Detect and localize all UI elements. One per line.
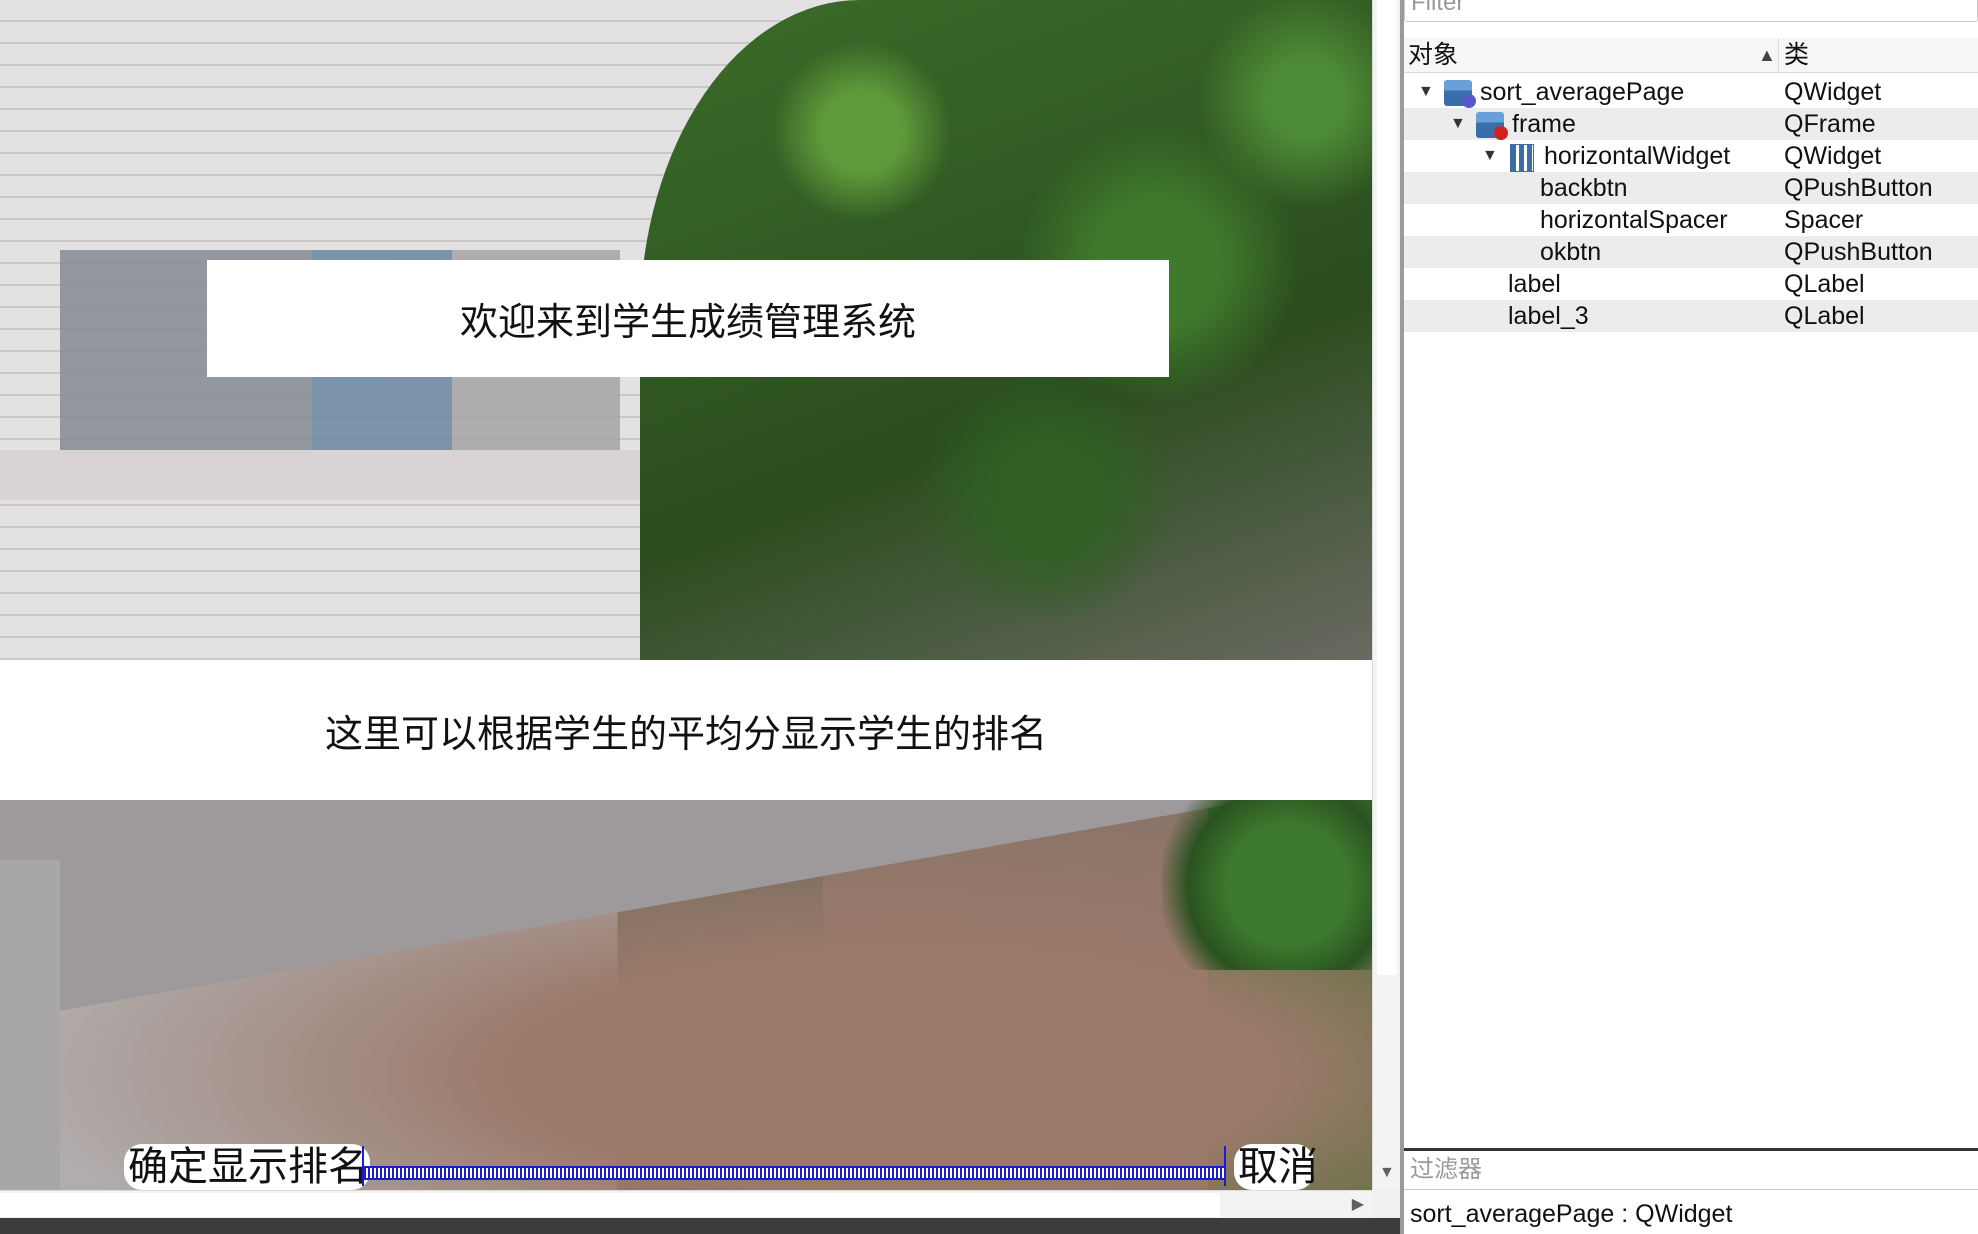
row-object-name: label [1508,270,1561,298]
row-object-name: backbtn [1540,174,1628,202]
photo-foliage [1162,800,1372,970]
triangle-down-icon[interactable]: ▼ [1418,76,1434,108]
tree-row-horizontalwidget[interactable]: ▼ horizontalWidget QWidget [1404,140,1978,172]
header-object-label: 对象 [1408,41,1459,69]
row-class-name: QLabel [1784,270,1865,298]
selection-status: sort_averagePage : QWidget [1404,1194,1978,1234]
background-photo-bottom [0,800,1372,1190]
row-object-name: okbtn [1540,238,1602,266]
tree-row-label-3[interactable]: label_3 QLabel [1404,300,1978,332]
welcome-label[interactable]: 欢迎来到学生成绩管理系统 [207,260,1169,377]
row-object-name: sort_averagePage [1480,78,1685,106]
tree-row-backbtn[interactable]: backbtn QPushButton [1404,172,1978,204]
vertical-scroll-thumb[interactable] [1377,0,1397,975]
row-object-name: label_3 [1508,302,1589,330]
triangle-down-icon[interactable]: ▼ [1450,108,1466,140]
spacer-right-edge [1224,1146,1226,1186]
row-class-name: QPushButton [1784,238,1933,266]
tree-row-frame[interactable]: ▼ frame QFrame [1404,108,1978,140]
row-class-name: Spacer [1784,206,1864,234]
horizontal-widget[interactable]: 确定显示排名 取消 [120,1140,1318,1190]
bottom-strip [0,1218,1400,1234]
canvas-vertical-scrollbar[interactable]: ▼ [1372,0,1401,1190]
scroll-corner [1372,1190,1400,1218]
widget-icon [1444,80,1476,108]
tree-header: 对象 ▲ 类 [1404,38,1978,73]
row-class-name: QWidget [1784,78,1882,106]
tree-row-sort-averagepage[interactable]: ▼ sort_averagePage QWidget [1404,76,1978,108]
arrow-right-icon[interactable]: ▶ [1352,1194,1364,1214]
ok-button[interactable]: 确定显示排名 [124,1144,370,1190]
tree-row-okbtn[interactable]: okbtn QPushButton [1404,236,1978,268]
row-class-name: QWidget [1784,142,1882,170]
frame-icon [1476,112,1508,140]
object-inspector: Filter 对象 ▲ 类 ▼ sort_averagePage QWidget… [1404,0,1978,1234]
triangle-up-icon: ▲ [1758,45,1776,65]
filter-input[interactable]: Filter [1404,0,1978,22]
row-object-name: frame [1512,110,1576,138]
header-class[interactable]: 类 [1784,38,1809,72]
row-object-name: horizontalSpacer [1540,206,1728,234]
row-class-name: QPushButton [1784,174,1933,202]
horizontal-scroll-thumb[interactable] [0,1193,1220,1217]
canvas-horizontal-scrollbar[interactable]: ▶ [0,1190,1372,1219]
row-class-name: QLabel [1784,302,1865,330]
row-class-name: QFrame [1784,110,1876,138]
arrow-down-icon[interactable]: ▼ [1379,1164,1395,1182]
photo-wall [0,860,60,1190]
back-button[interactable]: 取消 [1234,1144,1318,1190]
row-object-name: horizontalWidget [1544,142,1731,170]
header-object[interactable]: 对象 ▲ [1408,38,1779,72]
triangle-down-icon[interactable]: ▼ [1482,140,1498,172]
filter-input-bottom[interactable]: 过滤器 [1404,1148,1978,1190]
form-canvas[interactable]: 欢迎来到学生成绩管理系统 这里可以根据学生的平均分显示学生的排名 确定显示排名 … [0,0,1372,1190]
horizontal-spacer[interactable] [364,1166,1224,1180]
tree-row-label[interactable]: label QLabel [1404,268,1978,300]
horizontal-layout-icon [1510,144,1534,172]
description-label[interactable]: 这里可以根据学生的平均分显示学生的排名 [0,660,1372,800]
tree-row-horizontalspacer[interactable]: horizontalSpacer Spacer [1404,204,1978,236]
